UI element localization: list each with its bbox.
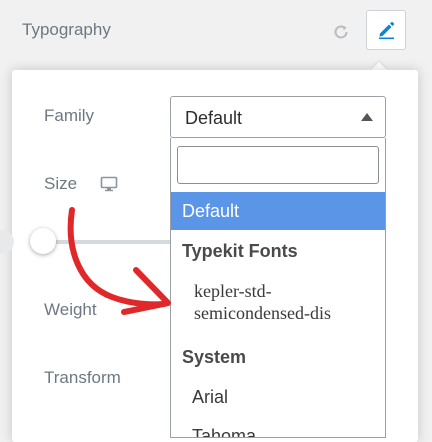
size-slider-track[interactable] xyxy=(44,240,174,244)
section-title: Typography xyxy=(22,20,111,39)
option-kepler-line1: kepler-std- xyxy=(194,281,272,301)
family-select-value: Default xyxy=(185,108,243,128)
reset-icon xyxy=(334,25,348,39)
size-slider-handle[interactable] xyxy=(30,228,56,254)
size-label: Size xyxy=(44,174,78,193)
option-tahoma[interactable]: Tahoma xyxy=(171,420,385,437)
option-kepler-line2: semicondensed-dis xyxy=(194,303,331,323)
reset-button[interactable] xyxy=(329,20,353,44)
font-search-input[interactable] xyxy=(177,146,379,184)
weight-label: Weight xyxy=(44,300,97,319)
option-arial[interactable]: Arial xyxy=(171,380,385,414)
family-select[interactable]: Default xyxy=(170,96,386,138)
edit-typography-button[interactable] xyxy=(366,10,406,50)
family-label: Family xyxy=(44,106,95,125)
pencil-icon xyxy=(379,21,395,40)
typography-header: Typography xyxy=(0,0,432,62)
family-dropdown: Default Typekit Fonts kepler-std- semico… xyxy=(170,138,386,438)
desktop-icon[interactable] xyxy=(100,176,118,192)
option-kepler-std[interactable]: kepler-std- semicondensed-dis xyxy=(171,280,385,332)
optgroup-system: System xyxy=(182,347,247,367)
transform-label: Transform xyxy=(44,368,121,387)
caret-up-icon xyxy=(361,113,373,121)
optgroup-typekit-fonts: Typekit Fonts xyxy=(182,241,298,261)
option-default[interactable]: Default xyxy=(171,192,385,230)
